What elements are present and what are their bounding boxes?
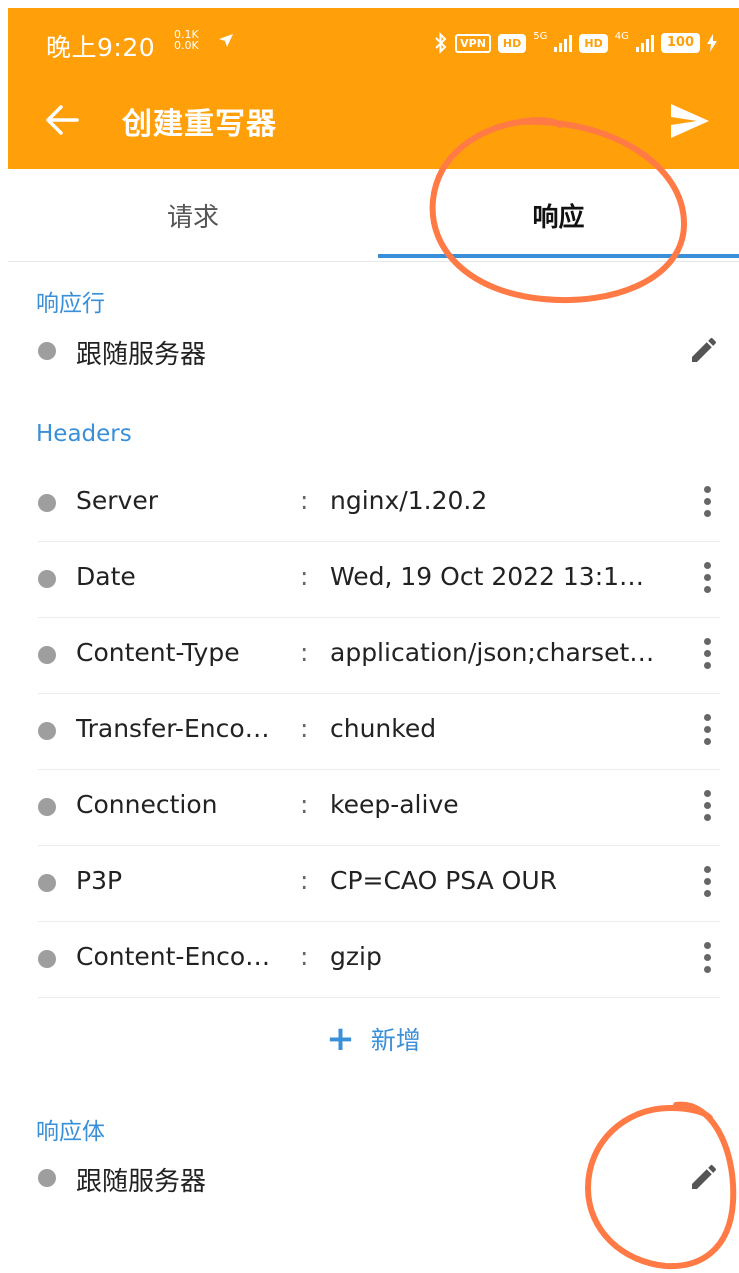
header-value: Wed, 19 Oct 2022 13:14:… xyxy=(330,562,655,591)
header-value: gzip xyxy=(330,942,382,971)
bullet-dot xyxy=(38,798,56,816)
add-header-button[interactable]: + 新增 xyxy=(8,1016,739,1062)
more-vert-icon[interactable] xyxy=(702,866,712,900)
response-line-row[interactable]: 跟随服务器 xyxy=(38,314,720,390)
network-type-1: 5G xyxy=(533,30,548,42)
more-vert-icon[interactable] xyxy=(702,714,712,748)
header-separator: : xyxy=(300,486,309,515)
header-key: Date xyxy=(76,562,136,591)
tab-indicator xyxy=(378,254,739,258)
edit-pencil-icon[interactable] xyxy=(688,1161,720,1193)
header-key: Transfer-Enco… xyxy=(76,714,270,743)
screen: 晚上9:20 0.1K 0.0K VPN HD 5G HD 4G 100 创建重… xyxy=(8,8,739,1273)
header-key: Server xyxy=(76,486,158,515)
header-value: nginx/1.20.2 xyxy=(330,486,488,515)
tab-request[interactable]: 请求 xyxy=(8,169,378,261)
title-bar: 创建重写器 xyxy=(8,76,739,169)
signal-icon-1 xyxy=(554,34,573,52)
app-bar: 晚上9:20 0.1K 0.0K VPN HD 5G HD 4G 100 创建重… xyxy=(8,8,739,169)
send-icon[interactable] xyxy=(669,102,711,140)
response-body-value: 跟随服务器 xyxy=(76,1167,207,1197)
bullet-dot xyxy=(38,570,56,588)
header-row[interactable]: Content-Type : application/json;charset… xyxy=(38,618,720,694)
more-vert-icon[interactable] xyxy=(702,638,712,672)
charging-icon xyxy=(707,34,717,52)
tab-bar: 请求 响应 xyxy=(8,169,739,261)
response-line-value: 跟随服务器 xyxy=(76,340,207,370)
header-key: Content-Type xyxy=(76,638,240,667)
location-arrow-icon xyxy=(219,34,233,47)
net-speed: 0.1K 0.0K xyxy=(174,29,199,51)
status-icons: VPN HD 5G HD 4G 100 xyxy=(434,30,717,56)
tab-response[interactable]: 响应 xyxy=(378,169,739,261)
bluetooth-icon xyxy=(435,32,447,54)
header-separator: : xyxy=(300,562,309,591)
battery-level: 100 xyxy=(660,33,700,53)
header-key: Content-Enco… xyxy=(76,942,271,971)
more-vert-icon[interactable] xyxy=(702,790,712,824)
status-bar: 晚上9:20 0.1K 0.0K VPN HD 5G HD 4G 100 xyxy=(8,8,739,76)
header-row[interactable]: Connection : keep-alive xyxy=(38,770,720,846)
response-body-row[interactable]: 跟随服务器 xyxy=(38,1141,720,1217)
section-title-response-line: 响应行 xyxy=(36,291,105,317)
header-value: chunked xyxy=(330,714,437,743)
vpn-badge: VPN xyxy=(455,33,491,53)
bullet-dot xyxy=(38,722,56,740)
bullet-dot xyxy=(38,1169,56,1187)
header-row[interactable]: Date : Wed, 19 Oct 2022 13:14:… xyxy=(38,542,720,618)
section-title-headers: Headers xyxy=(36,421,132,447)
bullet-dot xyxy=(38,646,56,664)
plus-icon: + xyxy=(326,1019,355,1059)
header-value: keep-alive xyxy=(330,790,459,819)
header-separator: : xyxy=(300,866,309,895)
network-type-2: 4G xyxy=(614,30,629,42)
header-key: Connection xyxy=(76,790,218,819)
header-separator: : xyxy=(300,942,309,971)
header-separator: : xyxy=(300,638,309,667)
more-vert-icon[interactable] xyxy=(702,486,712,520)
hd-badge-2: HD xyxy=(579,33,608,53)
header-row[interactable]: Server : nginx/1.20.2 xyxy=(38,466,720,542)
header-separator: : xyxy=(300,714,309,743)
add-header-label: 新增 xyxy=(370,1026,421,1055)
bullet-dot xyxy=(38,342,56,360)
bullet-dot xyxy=(38,874,56,892)
hd-badge-1: HD xyxy=(497,33,527,53)
status-time: 晚上9:20 xyxy=(46,33,156,62)
bullet-dot xyxy=(38,494,56,512)
header-row[interactable]: Content-Enco… : gzip xyxy=(38,922,720,998)
net-speed-down: 0.0K xyxy=(174,39,199,52)
edit-pencil-icon[interactable] xyxy=(688,334,720,366)
header-row[interactable]: P3P : CP=CAO PSA OUR xyxy=(38,846,720,922)
more-vert-icon[interactable] xyxy=(702,562,712,596)
header-value: application/json;charset… xyxy=(330,638,655,667)
header-row[interactable]: Transfer-Enco… : chunked xyxy=(38,694,720,770)
header-separator: : xyxy=(300,790,309,819)
header-key: P3P xyxy=(76,866,123,895)
bullet-dot xyxy=(38,950,56,968)
more-vert-icon[interactable] xyxy=(702,942,712,976)
header-value: CP=CAO PSA OUR xyxy=(330,866,558,895)
arrow-back-icon[interactable] xyxy=(44,102,80,138)
page-title: 创建重写器 xyxy=(122,107,277,142)
signal-icon-2 xyxy=(635,34,654,52)
